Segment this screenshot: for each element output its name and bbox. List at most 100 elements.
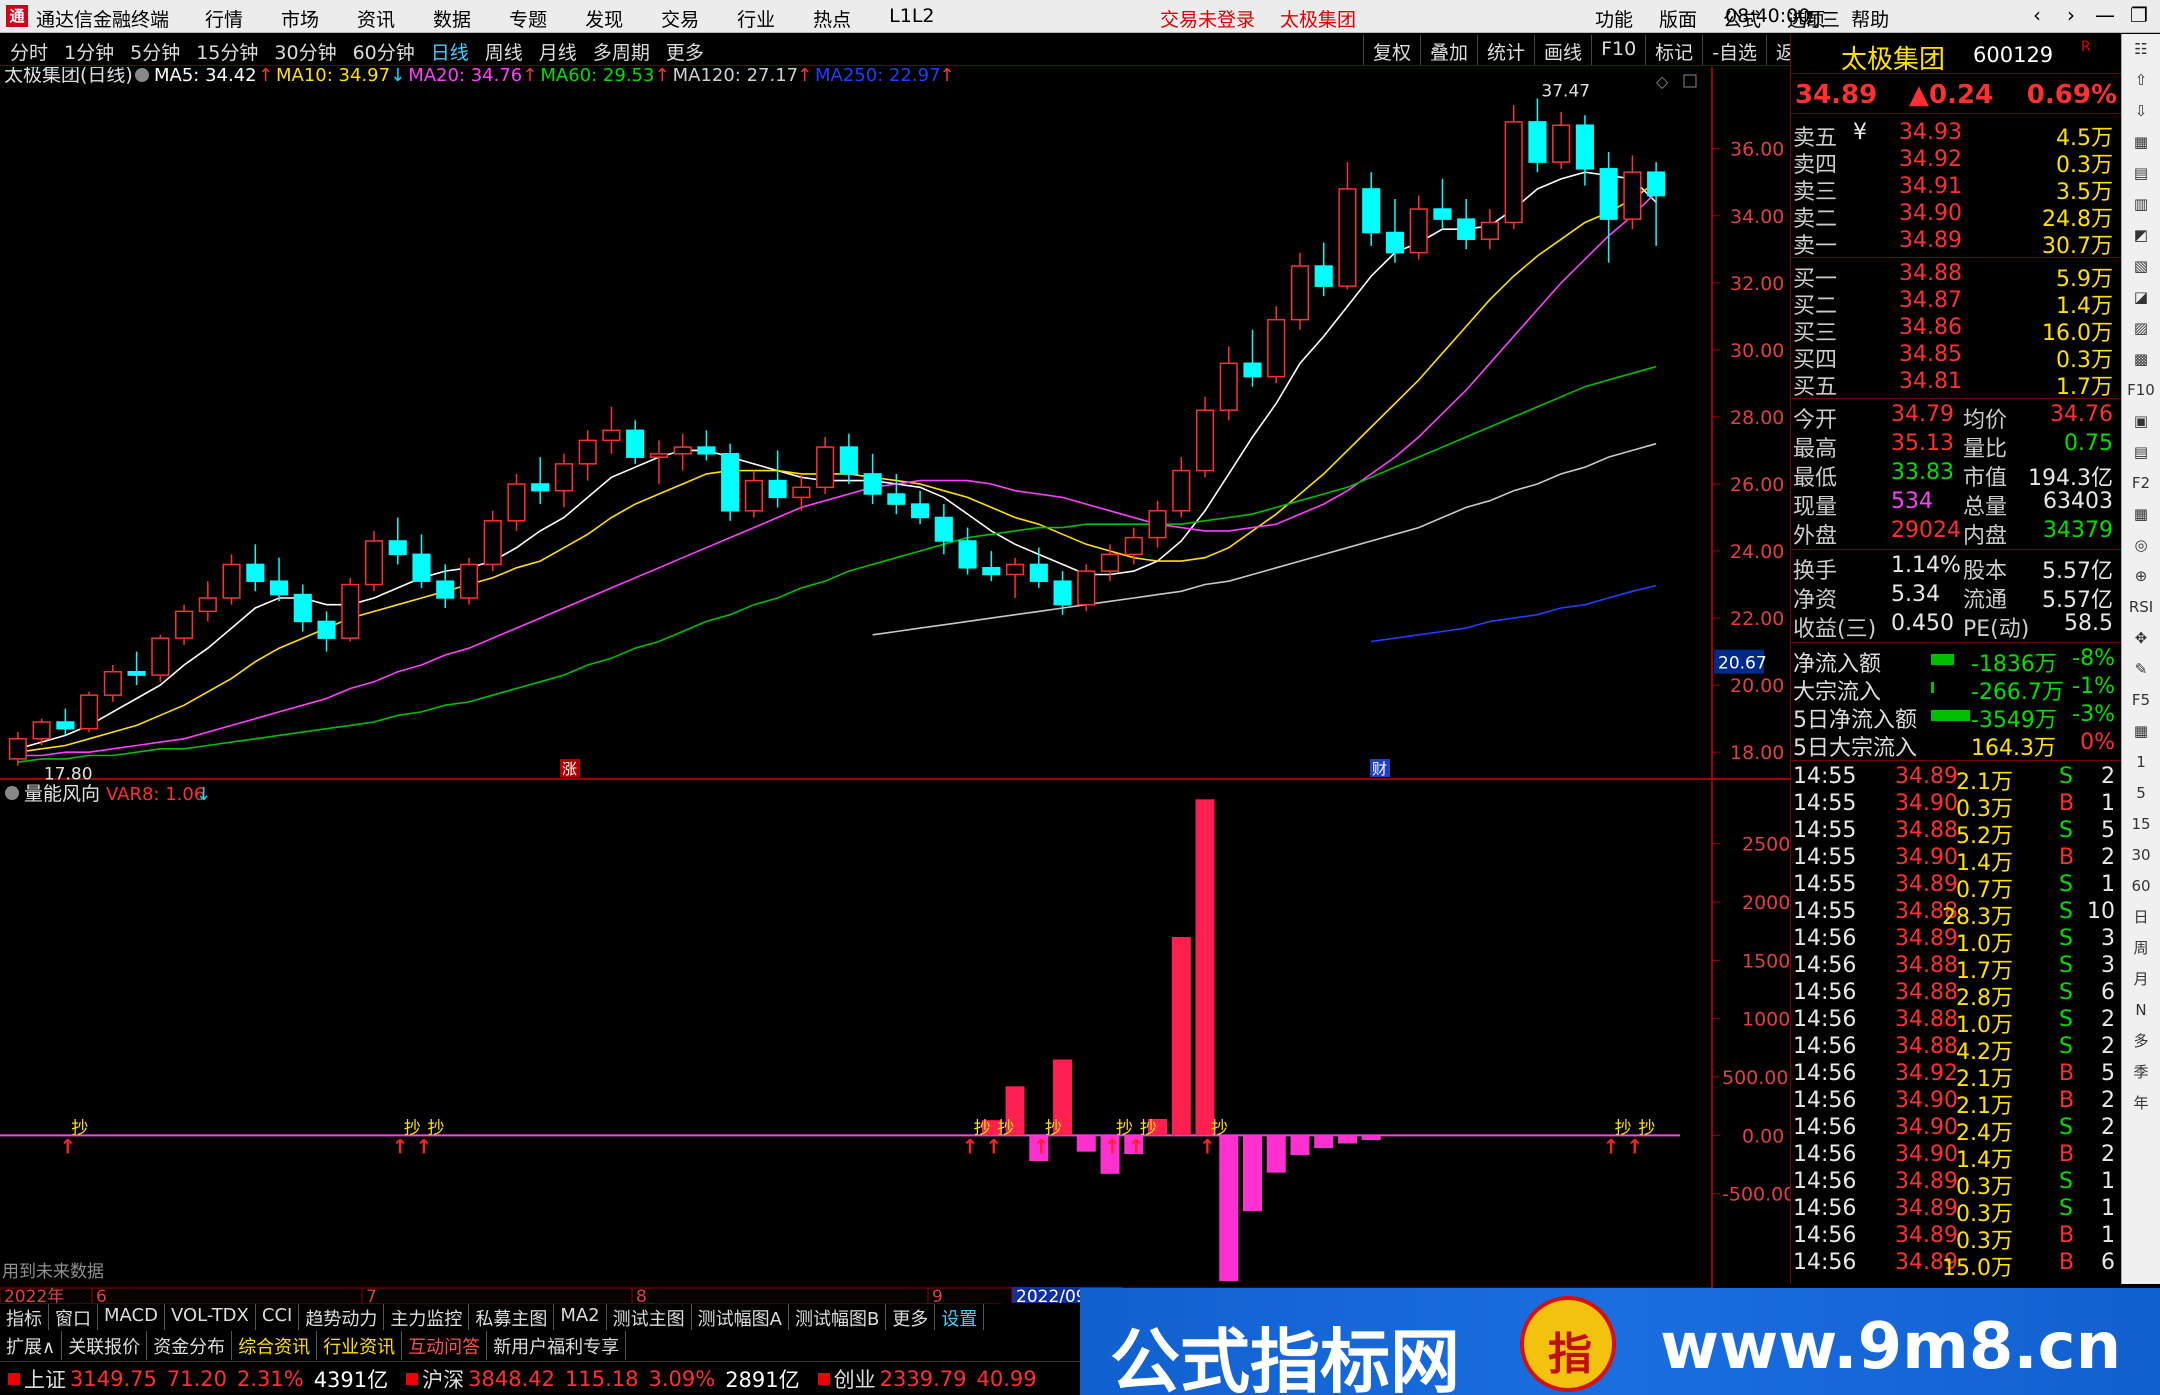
tool-button-3[interactable]: 画线 (1534, 35, 1591, 65)
extension-tab-5[interactable]: 互动问答 (402, 1331, 488, 1360)
candle-body[interactable] (744, 479, 763, 512)
menu-item-2[interactable]: 资讯 (357, 5, 395, 32)
candle-body[interactable] (911, 503, 930, 519)
indicator-tab-11[interactable]: 测试幅图B (789, 1304, 887, 1330)
login-status[interactable]: 交易未登录 (1160, 5, 1255, 32)
sidebar-button-31[interactable]: N (2122, 995, 2160, 1026)
sidebar-button-28[interactable]: 日 (2122, 902, 2160, 933)
candle-body[interactable] (1409, 208, 1428, 254)
period-tab-4[interactable]: 30分钟 (274, 38, 336, 65)
sidebar-button-20[interactable]: ✎ (2122, 654, 2160, 685)
candle-body[interactable] (1124, 536, 1143, 556)
indicator-tab-1[interactable]: 窗口 (49, 1304, 98, 1330)
indicator-tab-6[interactable]: 主力监控 (384, 1304, 470, 1330)
indicator-tab-13[interactable]: 设置 (935, 1304, 985, 1330)
sidebar-button-29[interactable]: 周 (2122, 933, 2160, 964)
indicator-tab-10[interactable]: 测试幅图A (692, 1304, 789, 1330)
sidebar-button-34[interactable]: 年 (2122, 1088, 2160, 1119)
candle-body[interactable] (1552, 124, 1571, 163)
tool-button-2[interactable]: 统计 (1477, 35, 1534, 65)
candle-body[interactable] (1457, 218, 1476, 240)
sidebar-button-10[interactable]: ▩ (2122, 344, 2160, 375)
candle-body[interactable] (1053, 580, 1072, 606)
candle-body[interactable] (578, 439, 597, 465)
candle-body[interactable] (1006, 563, 1025, 576)
candle-body[interactable] (507, 483, 526, 522)
candle-body[interactable] (982, 567, 1001, 576)
candle-body[interactable] (1267, 318, 1286, 378)
candle-body[interactable] (1338, 188, 1357, 287)
right-menu-item-4[interactable]: 帮助 (1851, 5, 1889, 32)
candle-body[interactable] (863, 473, 882, 495)
candle-body[interactable] (175, 610, 194, 639)
sidebar-button-13[interactable]: ▤ (2122, 437, 2160, 468)
candle-body[interactable] (1480, 221, 1499, 240)
sidebar-button-23[interactable]: 1 (2122, 747, 2160, 778)
index-name[interactable]: 上证 (24, 1364, 66, 1394)
sidebar-button-32[interactable]: 多 (2122, 1026, 2160, 1057)
window-button-3[interactable]: ❐ (2122, 3, 2156, 27)
indicator-tab-9[interactable]: 测试主图 (607, 1304, 692, 1330)
candle-body[interactable] (1172, 469, 1191, 512)
candle-body[interactable] (673, 446, 692, 455)
indicator-tab-4[interactable]: CCI (256, 1304, 300, 1330)
sidebar-button-1[interactable]: ⇧ (2122, 65, 2160, 96)
tool-button-1[interactable]: 叠加 (1420, 35, 1477, 65)
window-button-2[interactable]: — (2088, 3, 2122, 27)
tool-button-5[interactable]: 标记 (1645, 35, 1702, 65)
settings-dot-icon[interactable] (135, 68, 149, 82)
sidebar-button-30[interactable]: 月 (2122, 964, 2160, 995)
candle-body[interactable] (1314, 265, 1333, 287)
sidebar-button-27[interactable]: 60 (2122, 871, 2160, 902)
candle-body[interactable] (554, 463, 574, 492)
sidebar-button-33[interactable]: 季 (2122, 1057, 2160, 1088)
period-tab-7[interactable]: 周线 (485, 38, 523, 65)
period-tab-2[interactable]: 5分钟 (130, 38, 180, 65)
candle-body[interactable] (103, 670, 122, 696)
candle-body[interactable] (32, 721, 51, 740)
candle-body[interactable] (1290, 265, 1310, 321)
candle-body[interactable] (1243, 362, 1262, 378)
menu-item-3[interactable]: 数据 (433, 5, 471, 32)
index-name[interactable]: 创业 (834, 1364, 876, 1394)
candle-body[interactable] (1647, 171, 1666, 197)
candle-body[interactable] (697, 446, 716, 455)
period-tab-6[interactable]: 日线 (431, 38, 469, 65)
sidebar-button-6[interactable]: ◩ (2122, 220, 2160, 251)
candle-body[interactable] (198, 597, 217, 613)
candle-body[interactable] (768, 479, 787, 499)
sidebar-button-9[interactable]: ▨ (2122, 313, 2160, 344)
sidebar-button-19[interactable]: ✥ (2122, 623, 2160, 654)
extension-tab-0[interactable]: 扩展∧ (0, 1331, 63, 1360)
sidebar-button-24[interactable]: 5 (2122, 778, 2160, 809)
candle-body[interactable] (1077, 570, 1096, 606)
sidebar-button-17[interactable]: ⊕ (2122, 561, 2160, 592)
candle-body[interactable] (317, 620, 336, 639)
candle-body[interactable] (934, 516, 953, 542)
candle-body[interactable] (1029, 563, 1048, 582)
candle-body[interactable] (127, 670, 146, 676)
candle-body[interactable] (80, 694, 99, 730)
candle-body[interactable] (1528, 121, 1547, 163)
menu-item-7[interactable]: 行业 (737, 5, 775, 32)
sidebar-button-18[interactable]: RSI (2122, 592, 2160, 623)
period-tab-10[interactable]: 更多 (666, 38, 704, 65)
window-button-4[interactable]: ✕ (2156, 3, 2160, 27)
candle-body[interactable] (8, 738, 27, 760)
right-menu-item-1[interactable]: 版面 (1659, 5, 1697, 32)
extension-tab-1[interactable]: 关联报价 (62, 1331, 148, 1360)
extension-tab-3[interactable]: 综合资讯 (232, 1331, 318, 1360)
candle-body[interactable] (364, 540, 384, 586)
kline-chart[interactable]: 太极集团(日线) MA5: 34.42 ↑ MA10: 34.97 ↓ MA20: 34.… (0, 67, 1790, 1303)
candle-body[interactable] (1599, 168, 1618, 220)
tool-button-7[interactable]: 返回 (1766, 35, 1790, 65)
candle-body[interactable] (626, 429, 645, 458)
candle-body[interactable] (483, 520, 502, 566)
diamond-icon[interactable]: ◇ (1656, 72, 1669, 91)
tool-button-6[interactable]: -自选 (1702, 35, 1766, 65)
candle-body[interactable] (341, 583, 360, 639)
period-tab-1[interactable]: 1分钟 (64, 38, 114, 65)
sidebar-button-12[interactable]: ▣ (2122, 406, 2160, 437)
candle-body[interactable] (459, 563, 479, 599)
candle-body[interactable] (151, 637, 170, 676)
